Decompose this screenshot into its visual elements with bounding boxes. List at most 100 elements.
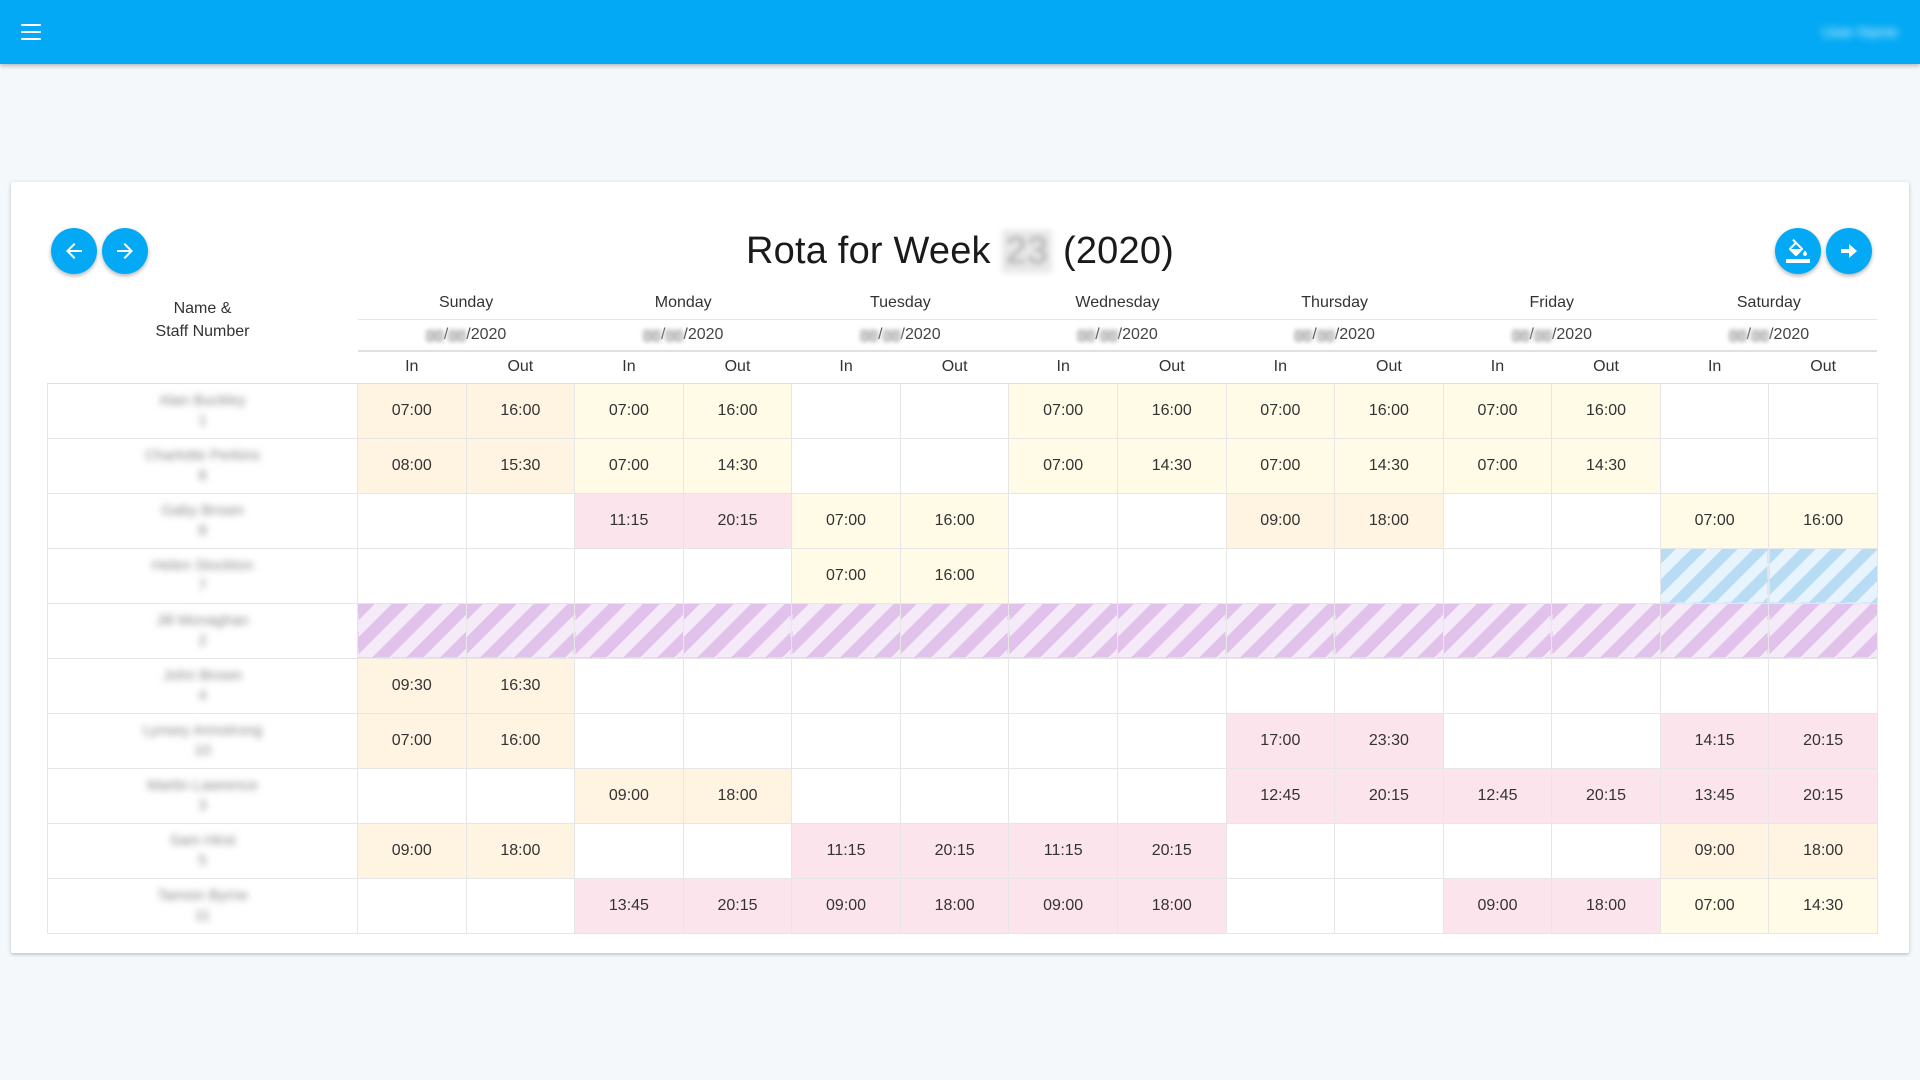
shift-in-cell[interactable] (1225, 657, 1336, 714)
shift-out-cell[interactable] (465, 602, 576, 659)
shift-out-cell[interactable]: 15:30 (465, 437, 576, 494)
shift-out-cell[interactable] (1116, 547, 1227, 604)
shift-in-cell[interactable] (1442, 547, 1553, 604)
shift-in-cell[interactable] (1442, 822, 1553, 879)
shift-in-cell[interactable] (1659, 602, 1770, 659)
shift-out-cell[interactable] (1116, 602, 1227, 659)
shift-out-cell[interactable] (899, 767, 1010, 824)
shift-in-cell[interactable]: 07:00 (1442, 382, 1553, 439)
shift-out-cell[interactable] (1334, 877, 1444, 934)
shift-out-cell[interactable] (465, 877, 576, 934)
shift-out-cell[interactable] (899, 437, 1010, 494)
shift-in-cell[interactable]: 07:00 (1008, 382, 1118, 439)
shift-out-cell[interactable] (1768, 547, 1878, 604)
shift-in-cell[interactable] (1659, 382, 1770, 439)
shift-in-cell[interactable]: 07:00 (574, 437, 684, 494)
shift-out-cell[interactable] (682, 822, 793, 879)
shift-out-cell[interactable] (1551, 657, 1661, 714)
shift-in-cell[interactable] (1008, 602, 1118, 659)
shift-out-cell[interactable] (465, 492, 576, 549)
shift-out-cell[interactable] (899, 602, 1010, 659)
shift-out-cell[interactable]: 14:30 (1116, 437, 1227, 494)
shift-out-cell[interactable] (1551, 547, 1661, 604)
shift-in-cell[interactable]: 07:00 (791, 547, 901, 604)
shift-in-cell[interactable] (1442, 712, 1553, 769)
user-menu[interactable]: User Name (1822, 24, 1898, 41)
shift-out-cell[interactable] (1116, 657, 1227, 714)
shift-out-cell[interactable] (465, 547, 576, 604)
shift-in-cell[interactable]: 14:15 (1659, 712, 1770, 769)
shift-in-cell[interactable] (1225, 547, 1336, 604)
shift-out-cell[interactable] (1334, 657, 1444, 714)
shift-out-cell[interactable]: 16:00 (1551, 382, 1661, 439)
shift-in-cell[interactable] (357, 767, 467, 824)
shift-out-cell[interactable] (899, 657, 1010, 714)
shift-out-cell[interactable]: 16:00 (1116, 382, 1227, 439)
shift-out-cell[interactable]: 14:30 (682, 437, 793, 494)
staff-cell[interactable]: Alan Buckley 1 (47, 382, 358, 439)
staff-cell[interactable]: John Brown 4 (47, 657, 358, 714)
shift-out-cell[interactable]: 16:00 (1768, 492, 1878, 549)
shift-in-cell[interactable]: 17:00 (1225, 712, 1336, 769)
staff-cell[interactable]: Lynsey Armstrong 10 (47, 712, 358, 769)
shift-in-cell[interactable] (1442, 657, 1553, 714)
shift-out-cell[interactable] (1551, 602, 1661, 659)
shift-out-cell[interactable] (1334, 547, 1444, 604)
shift-out-cell[interactable]: 20:15 (899, 822, 1010, 879)
shift-out-cell[interactable] (1116, 767, 1227, 824)
shift-out-cell[interactable] (682, 602, 793, 659)
shift-in-cell[interactable] (1442, 492, 1553, 549)
shift-in-cell[interactable] (574, 657, 684, 714)
shift-out-cell[interactable]: 18:00 (1116, 877, 1227, 934)
shift-out-cell[interactable]: 23:30 (1334, 712, 1444, 769)
shift-in-cell[interactable]: 09:00 (357, 822, 467, 879)
shift-out-cell[interactable] (682, 657, 793, 714)
shift-in-cell[interactable]: 07:00 (1442, 437, 1553, 494)
shift-in-cell[interactable] (1442, 602, 1553, 659)
shift-out-cell[interactable] (682, 547, 793, 604)
shift-in-cell[interactable]: 09:30 (357, 657, 467, 714)
shift-in-cell[interactable] (357, 602, 467, 659)
shift-in-cell[interactable] (357, 492, 467, 549)
shift-in-cell[interactable]: 13:45 (574, 877, 684, 934)
shift-out-cell[interactable]: 20:15 (1334, 767, 1444, 824)
shift-out-cell[interactable]: 18:00 (465, 822, 576, 879)
shift-out-cell[interactable] (1768, 382, 1878, 439)
shift-in-cell[interactable] (1008, 657, 1118, 714)
shift-in-cell[interactable]: 11:15 (1008, 822, 1118, 879)
shift-in-cell[interactable] (1225, 877, 1336, 934)
staff-cell[interactable]: Tamsin Byrne 11 (47, 877, 358, 934)
shift-out-cell[interactable] (1116, 712, 1227, 769)
shift-out-cell[interactable]: 20:15 (1768, 767, 1878, 824)
shift-in-cell[interactable] (791, 767, 901, 824)
shift-out-cell[interactable]: 16:00 (899, 492, 1010, 549)
shift-in-cell[interactable] (357, 877, 467, 934)
shift-in-cell[interactable]: 09:00 (1008, 877, 1118, 934)
shift-out-cell[interactable]: 18:00 (1768, 822, 1878, 879)
shift-out-cell[interactable]: 16:00 (465, 712, 576, 769)
shift-in-cell[interactable]: 11:15 (574, 492, 684, 549)
shift-in-cell[interactable] (1008, 712, 1118, 769)
shift-out-cell[interactable]: 18:00 (1551, 877, 1661, 934)
staff-cell[interactable]: Jill Monaghan 2 (47, 602, 358, 659)
shift-in-cell[interactable] (1225, 602, 1336, 659)
shift-in-cell[interactable] (1008, 547, 1118, 604)
shift-in-cell[interactable]: 07:00 (1008, 437, 1118, 494)
shift-in-cell[interactable]: 07:00 (1225, 437, 1336, 494)
shift-in-cell[interactable] (791, 712, 901, 769)
shift-out-cell[interactable]: 18:00 (1334, 492, 1444, 549)
shift-out-cell[interactable]: 14:30 (1768, 877, 1878, 934)
shift-in-cell[interactable]: 08:00 (357, 437, 467, 494)
shift-out-cell[interactable]: 20:15 (682, 492, 793, 549)
shift-in-cell[interactable] (1659, 657, 1770, 714)
shift-in-cell[interactable] (791, 437, 901, 494)
staff-cell[interactable]: Gaby Brown 8 (47, 492, 358, 549)
shift-in-cell[interactable]: 07:00 (357, 712, 467, 769)
shift-in-cell[interactable] (574, 547, 684, 604)
shift-in-cell[interactable]: 07:00 (574, 382, 684, 439)
shift-out-cell[interactable]: 16:30 (465, 657, 576, 714)
shift-out-cell[interactable]: 18:00 (682, 767, 793, 824)
shift-out-cell[interactable]: 18:00 (899, 877, 1010, 934)
shift-out-cell[interactable] (1551, 712, 1661, 769)
shift-in-cell[interactable]: 09:00 (1225, 492, 1336, 549)
